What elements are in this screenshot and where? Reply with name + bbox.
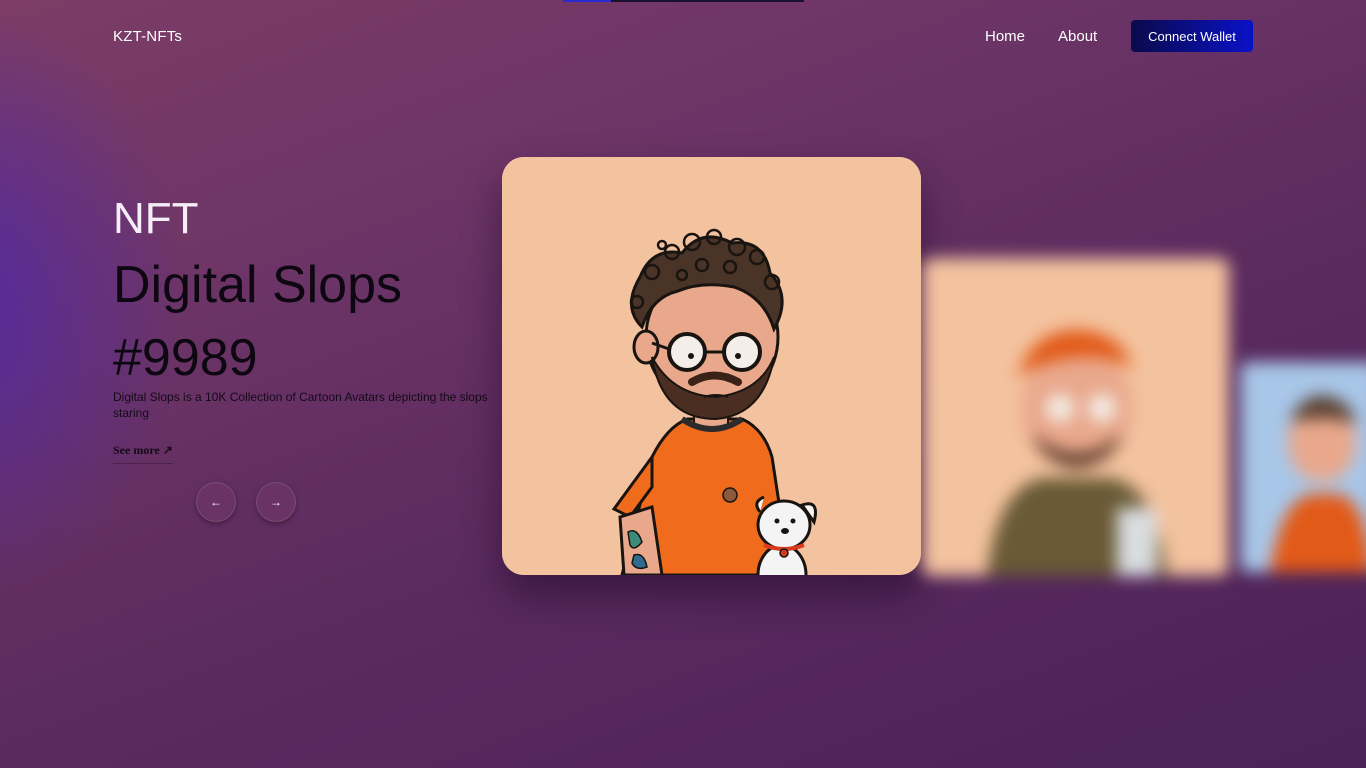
arrow-left-icon: ←	[210, 495, 222, 509]
see-more-link[interactable]: See more ↗	[113, 443, 173, 464]
nav-link-home[interactable]: Home	[985, 28, 1025, 45]
arrow-right-icon: →	[270, 495, 282, 509]
hero-title: Digital Slops	[113, 256, 403, 314]
nav-link-about[interactable]: About	[1058, 28, 1097, 45]
hero-kicker: NFT	[113, 194, 199, 243]
navbar: KZT-NFTs Home About Connect Wallet	[0, 0, 1366, 72]
nft-avatar-image-third	[1240, 362, 1366, 572]
nft-card-main[interactable]	[502, 157, 921, 575]
hero-description: Digital Slops is a 10K Collection of Car…	[113, 390, 488, 420]
nft-card-third[interactable]	[1240, 362, 1366, 572]
prev-slide-button[interactable]: ←	[196, 482, 236, 522]
nft-avatar-image-next	[922, 258, 1229, 576]
next-slide-button[interactable]: →	[256, 482, 296, 522]
hero-section: NFT Digital Slops #9989 Digital Slops is…	[113, 195, 513, 464]
hero-token-number: #9989	[113, 329, 258, 387]
nft-avatar-image	[502, 157, 921, 575]
slider-controls: ← →	[196, 482, 296, 522]
nft-card-next[interactable]	[922, 258, 1229, 576]
site-logo[interactable]: KZT-NFTs	[113, 28, 182, 45]
connect-wallet-button[interactable]: Connect Wallet	[1131, 20, 1253, 52]
